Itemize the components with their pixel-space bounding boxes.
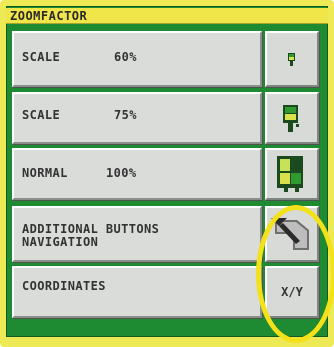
navigation-arrow-icon [271, 218, 309, 250]
scale-75-name: SCALE [22, 108, 61, 122]
normal-100-value: 100% [106, 166, 137, 180]
scale-75-option[interactable]: SCALE 75% [12, 92, 262, 144]
coordinates-label: COORDINATES [22, 279, 106, 293]
additional-line-2: NAVIGATION [22, 235, 99, 249]
scale-60-value: 60% [114, 50, 137, 64]
scale-60-name: SCALE [22, 50, 61, 64]
scale-75-value: 75% [114, 108, 137, 122]
stage: ZOOMFACTOR SCALE 60% SCALE 75% NORMAL 10… [0, 0, 334, 347]
small-square-icon [288, 53, 295, 66]
scale-75-button[interactable] [265, 92, 319, 144]
panel-title: ZOOMFACTOR [6, 8, 328, 24]
medium-square-icon [283, 105, 299, 132]
normal-100-option[interactable]: NORMAL 100% [12, 148, 262, 200]
coordinates-xy-button[interactable]: X/Y [265, 266, 319, 318]
normal-100-button[interactable] [265, 148, 319, 200]
scale-60-button[interactable] [265, 31, 319, 87]
normal-100-name: NORMAL [22, 166, 68, 180]
coordinates-option[interactable]: COORDINATES [12, 266, 262, 318]
large-square-icon [277, 156, 303, 192]
additional-navigation-button[interactable] [265, 206, 319, 262]
scale-60-option[interactable]: SCALE 60% [12, 31, 262, 87]
additional-line-1: ADDITIONAL BUTTONS [22, 222, 160, 236]
additional-navigation-option[interactable]: ADDITIONAL BUTTONS NAVIGATION [12, 206, 262, 262]
